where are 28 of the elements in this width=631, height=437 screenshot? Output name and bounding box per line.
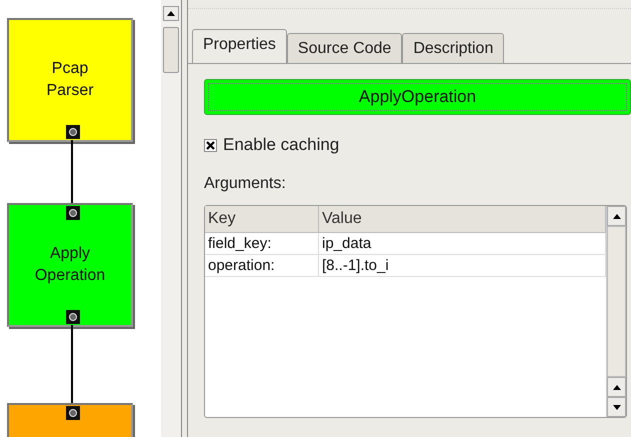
node-label: Apply Operation <box>34 244 106 286</box>
scroll-up-icon[interactable] <box>607 377 626 397</box>
port-icon[interactable] <box>66 206 80 220</box>
table-cell[interactable]: operation: <box>205 255 319 276</box>
checkbox-label: Enable caching <box>223 135 340 155</box>
scroll-thumb[interactable] <box>163 27 179 73</box>
port-icon[interactable] <box>66 125 80 139</box>
port-icon[interactable] <box>66 406 80 420</box>
tab[interactable]: Description <box>402 33 504 64</box>
node-box[interactable]: Apply Operation <box>7 203 133 327</box>
node-box[interactable]: Pcap Parser <box>7 18 133 142</box>
tab[interactable]: Properties <box>192 29 287 64</box>
connector-line <box>71 140 73 203</box>
scrollbar[interactable] <box>606 206 626 417</box>
table-cell[interactable]: field_key: <box>205 233 319 254</box>
tab[interactable]: Source Code <box>286 33 402 64</box>
scroll-down-icon[interactable] <box>607 397 626 417</box>
scroll-thumb[interactable] <box>607 226 626 377</box>
port-icon[interactable] <box>66 310 80 324</box>
splitter-handle[interactable] <box>181 0 188 437</box>
column-header[interactable]: Key <box>205 206 319 232</box>
checkbox[interactable] <box>204 138 217 152</box>
scrollbar[interactable] <box>161 0 181 437</box>
section-label: Arguments: <box>204 175 287 193</box>
node-label: Pcap Parser <box>46 59 94 101</box>
scroll-up-icon[interactable] <box>163 6 179 21</box>
scroll-up-icon[interactable] <box>607 206 626 226</box>
name-button[interactable]: ApplyOperation <box>204 79 631 115</box>
